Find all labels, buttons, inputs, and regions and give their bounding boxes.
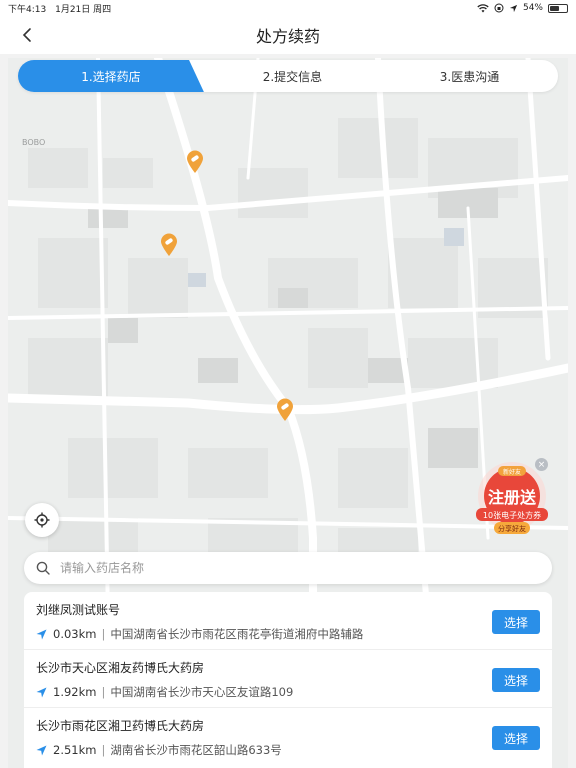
status-right: 54% [477, 3, 568, 13]
navigation-arrow-icon [36, 687, 47, 697]
chevron-left-icon [22, 28, 31, 42]
wifi-icon [477, 3, 489, 12]
pharmacy-meta: 0.03km | 中国湖南省长沙市雨花区雨花亭街道湘府中路辅路 [36, 626, 540, 642]
tab-select-pharmacy[interactable]: 1.选择药店 [18, 60, 204, 92]
orientation-lock-icon [494, 3, 504, 13]
status-bar: 下午4:13 1月21日 周四 54% [0, 0, 576, 16]
pharmacy-marker-icon[interactable] [276, 398, 294, 422]
navigation-arrow-icon [36, 629, 47, 639]
promo-headline: 注册送 [487, 488, 536, 507]
crosshair-icon [34, 512, 50, 528]
pharmacy-meta: 1.92km | 中国湖南省长沙市天心区友谊路109 [36, 684, 540, 700]
pharmacy-name: 长沙市雨花区湘卫药博氏大药房 [36, 719, 205, 733]
battery-icon [548, 3, 568, 13]
page-title: 处方续药 [255, 27, 320, 46]
promo-cta: 分享好友 [498, 525, 526, 533]
select-button[interactable]: 选择 [492, 668, 540, 692]
list-item[interactable]: 刘继凤测试账号 0.03km | 中国湖南省长沙市雨花区雨花亭街道湘府中路辅路 … [24, 592, 552, 650]
location-arrow-icon [509, 4, 518, 12]
battery-percent: 54% [522, 3, 543, 13]
pharmacy-marker-icon[interactable] [160, 233, 178, 257]
select-button[interactable]: 选择 [492, 726, 540, 750]
select-button[interactable]: 选择 [492, 610, 540, 634]
status-left: 下午4:13 1月21日 周四 [8, 2, 117, 15]
navigation-arrow-icon [36, 745, 47, 755]
nav-bar: 处方续药 [0, 16, 576, 54]
status-date: 1月21日 周四 [55, 4, 112, 15]
pharmacy-name: 刘继凤测试账号 [36, 603, 121, 617]
list-item[interactable]: 长沙市雨花区湘卫药博氏大药房 2.51km | 湖南省长沙市雨花区韶山路633号… [24, 708, 552, 766]
search-bar [24, 552, 552, 584]
list-item[interactable]: 长沙市天心区湘友药博氏大药房 1.92km | 中国湖南省长沙市天心区友谊路10… [24, 650, 552, 708]
tab-submit-info[interactable]: 2.提交信息 [204, 60, 381, 92]
pharmacy-list: 刘继凤测试账号 0.03km | 中国湖南省长沙市雨花区雨花亭街道湘府中路辅路 … [24, 592, 552, 768]
step-tabs: 1.选择药店 2.提交信息 3.医患沟通 [18, 60, 558, 92]
pharmacy-address: 湖南省长沙市雨花区韶山路633号 [110, 743, 282, 757]
locate-me-button[interactable] [25, 503, 59, 537]
promo-subline: 10张电子处方券 [482, 511, 542, 520]
pharmacy-meta: 2.51km | 湖南省长沙市雨花区韶山路633号 [36, 742, 540, 758]
promo-close-button[interactable]: × [535, 458, 548, 471]
status-time: 下午4:13 [8, 4, 47, 15]
search-icon [36, 561, 50, 575]
meta-separator: | [101, 743, 106, 757]
pharmacy-address: 中国湖南省长沙市天心区友谊路109 [110, 685, 294, 699]
pharmacy-distance: 0.03km [53, 627, 97, 641]
back-button[interactable] [18, 24, 38, 46]
promo-tag: 新好友 [502, 469, 521, 476]
meta-separator: | [101, 627, 106, 641]
battery-fill [550, 5, 559, 11]
search-input[interactable] [58, 560, 522, 576]
pharmacy-distance: 2.51km [53, 743, 97, 757]
pharmacy-address: 中国湖南省长沙市雨花区雨花亭街道湘府中路辅路 [110, 627, 364, 641]
map-label-bobo: BOBO [22, 138, 46, 147]
meta-separator: | [101, 685, 106, 699]
pharmacy-marker-icon[interactable] [186, 150, 204, 174]
pharmacy-name: 长沙市天心区湘友药博氏大药房 [36, 661, 205, 675]
tab-doctor-communication[interactable]: 3.医患沟通 [381, 60, 558, 92]
pharmacy-distance: 1.92km [53, 685, 97, 699]
